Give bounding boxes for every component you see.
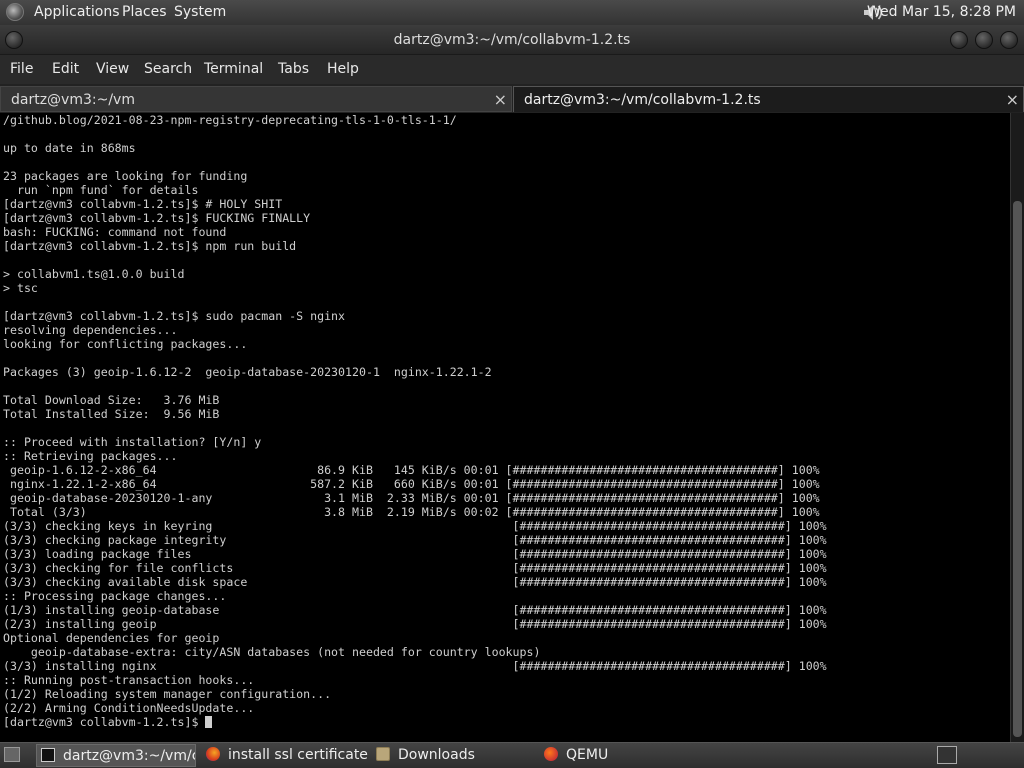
clock[interactable]: Wed Mar 15, 8:28 PM <box>867 4 1016 20</box>
terminal-line: geoip-database-20230120-1-any 3.1 MiB 2.… <box>3 491 820 505</box>
menu-tabs[interactable]: Tabs <box>278 61 309 77</box>
terminal-line: [dartz@vm3 collabvm-1.2.ts]$ npm run bui… <box>3 239 297 253</box>
terminal-line: Optional dependencies for geoip <box>3 631 220 645</box>
close-window-icon[interactable] <box>1000 31 1018 49</box>
terminal-line: :: Running post-transaction hooks... <box>3 673 255 687</box>
terminal-line: (3/3) checking keys in keyring [########… <box>3 519 827 533</box>
terminal-line: geoip-1.6.12-2-x86_64 86.9 KiB 145 KiB/s… <box>3 463 820 477</box>
terminal-line: (2/2) Arming ConditionNeedsUpdate... <box>3 701 255 715</box>
terminal-line: geoip-database-extra: city/ASN databases… <box>3 645 541 659</box>
terminal-line: (3/3) checking available disk space [###… <box>3 575 827 589</box>
terminal-line: (3/3) checking for file conflicts [#####… <box>3 561 827 575</box>
terminal-line: > collabvm1.ts@1.0.0 build <box>3 267 185 281</box>
terminal-line: looking for conflicting packages... <box>3 337 248 351</box>
taskbar-label: Downloads <box>398 747 475 763</box>
terminal-icon <box>41 748 55 762</box>
terminal-line: nginx-1.22.1-2-x86_64 587.2 KiB 660 KiB/… <box>3 477 820 491</box>
minimize-icon[interactable] <box>950 31 968 49</box>
terminal-line: /github.blog/2021-08-23-npm-registry-dep… <box>3 113 457 127</box>
taskbar-label: QEMU <box>566 747 609 763</box>
tab-vm[interactable]: dartz@vm3:~/vm × <box>0 86 512 112</box>
terminal-line: [dartz@vm3 collabvm-1.2.ts]$ FUCKING FIN… <box>3 211 311 225</box>
window-menu-icon[interactable] <box>5 31 23 49</box>
terminal-line: Total Installed Size: 9.56 MiB <box>3 407 220 421</box>
terminal-line: (2/3) installing geoip [################… <box>3 617 827 631</box>
taskbar-label: install ssl certificate ... <box>228 747 370 763</box>
terminal-line: (1/3) installing geoip-database [#######… <box>3 603 827 617</box>
terminal-text: /github.blog/2021-08-23-npm-registry-dep… <box>0 113 1010 729</box>
terminal-line: Total Download Size: 3.76 MiB <box>3 393 220 407</box>
terminal-line: (3/3) installing nginx [################… <box>3 659 827 673</box>
terminal-line: resolving dependencies... <box>3 323 178 337</box>
terminal-line: [dartz@vm3 collabvm-1.2.ts]$ <box>3 715 1010 729</box>
menu-search[interactable]: Search <box>144 61 192 77</box>
terminal-line: (3/3) loading package files [###########… <box>3 547 827 561</box>
terminal-line: :: Retrieving packages... <box>3 449 178 463</box>
terminal-line: Packages (3) geoip-1.6.12-2 geoip-databa… <box>3 365 492 379</box>
terminal-line: Total (3/3) 3.8 MiB 2.19 MiB/s 00:02 [##… <box>3 505 820 519</box>
menu-view[interactable]: View <box>96 61 129 77</box>
maximize-icon[interactable] <box>975 31 993 49</box>
taskbar-item-downloads[interactable]: Downloads <box>374 744 524 767</box>
terminal-line: [dartz@vm3 collabvm-1.2.ts]$ # HOLY SHIT <box>3 197 283 211</box>
menu-edit[interactable]: Edit <box>52 61 79 77</box>
applications-logo-icon[interactable] <box>6 3 24 21</box>
taskbar-item-qemu[interactable]: QEMU <box>542 744 662 767</box>
terminal-line: [dartz@vm3 collabvm-1.2.ts]$ sudo pacman… <box>3 309 346 323</box>
menubar: File Edit View Search Terminal Tabs Help <box>0 55 1024 84</box>
terminal-line: :: Proceed with installation? [Y/n] y <box>3 435 262 449</box>
terminal-line: (3/3) checking package integrity [######… <box>3 533 827 547</box>
menu-terminal[interactable]: Terminal <box>204 61 263 77</box>
terminal-output[interactable]: /github.blog/2021-08-23-npm-registry-dep… <box>0 113 1010 742</box>
terminal-line: > tsc <box>3 281 38 295</box>
folder-icon <box>376 747 390 761</box>
show-desktop-icon[interactable] <box>4 747 20 762</box>
menu-help[interactable]: Help <box>327 61 359 77</box>
terminal-line: (1/2) Reloading system manager configura… <box>3 687 332 701</box>
close-tab-icon[interactable]: × <box>494 87 507 113</box>
places-menu[interactable]: Places <box>122 4 167 20</box>
qemu-icon <box>544 747 558 761</box>
terminal-line: :: Processing package changes... <box>3 589 227 603</box>
workspace-switcher-icon[interactable] <box>937 746 957 764</box>
firefox-icon <box>206 747 220 761</box>
window-title: dartz@vm3:~/vm/collabvm-1.2.ts <box>393 32 631 48</box>
bottom-panel: dartz@vm3:~/vm/c... install ssl certific… <box>0 742 1024 768</box>
menu-file[interactable]: File <box>10 61 33 77</box>
tab-bar: dartz@vm3:~/vm × dartz@vm3:~/vm/collabvm… <box>0 84 1024 113</box>
terminal-line: bash: FUCKING: command not found <box>3 225 227 239</box>
taskbar-item-terminal[interactable]: dartz@vm3:~/vm/c... <box>36 744 196 767</box>
tab-label: dartz@vm3:~/vm/collabvm-1.2.ts <box>524 92 761 108</box>
tab-label: dartz@vm3:~/vm <box>11 92 135 108</box>
tab-collabvm[interactable]: dartz@vm3:~/vm/collabvm-1.2.ts × <box>513 86 1024 112</box>
terminal-scrollbar[interactable] <box>1010 113 1024 742</box>
taskbar-label: dartz@vm3:~/vm/c... <box>63 748 195 764</box>
terminal-line: run `npm fund` for details <box>3 183 199 197</box>
terminal-line: up to date in 868ms <box>3 141 136 155</box>
system-menu[interactable]: System <box>174 4 226 20</box>
terminal-cursor <box>205 716 213 728</box>
window-titlebar[interactable]: dartz@vm3:~/vm/collabvm-1.2.ts <box>0 25 1024 55</box>
close-tab-icon[interactable]: × <box>1006 87 1019 113</box>
taskbar-item-firefox[interactable]: install ssl certificate ... <box>204 744 370 767</box>
terminal-line: 23 packages are looking for funding <box>3 169 248 183</box>
applications-menu[interactable]: Applications <box>34 4 120 20</box>
top-panel: Applications Places System Wed Mar 15, 8… <box>0 0 1024 25</box>
scrollbar-thumb[interactable] <box>1013 201 1022 737</box>
